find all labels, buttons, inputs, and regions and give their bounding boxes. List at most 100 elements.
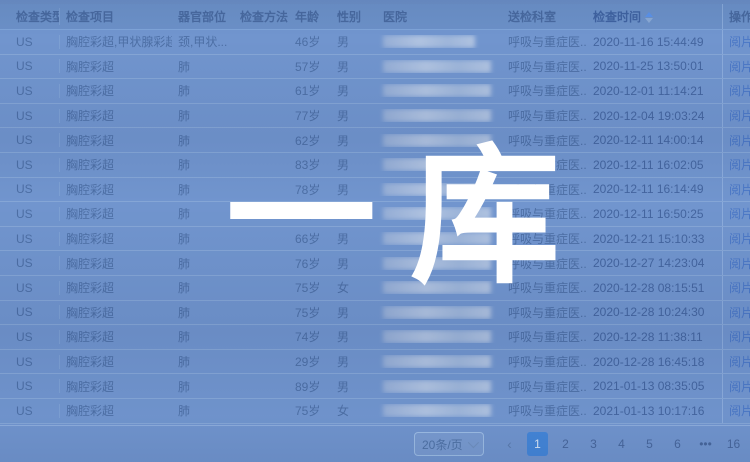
- view-images-link[interactable]: 阅片: [729, 205, 750, 222]
- view-images-link[interactable]: 阅片: [729, 230, 750, 247]
- col-header-exam-type: 检查类型: [0, 8, 60, 25]
- view-images-link[interactable]: 阅片: [729, 255, 750, 272]
- cell-exam-time: 2020-11-16 15:44:49: [587, 35, 722, 49]
- view-images-link[interactable]: 阅片: [729, 279, 750, 296]
- view-images-link[interactable]: 阅片: [729, 33, 750, 50]
- cell-exam-type: US: [0, 158, 60, 172]
- cell-exam-item: 胸腔彩超: [60, 58, 172, 75]
- view-images-link[interactable]: 阅片: [729, 328, 750, 345]
- cell-age: 29岁: [289, 353, 331, 370]
- page-button[interactable]: 1: [527, 432, 548, 456]
- hospital-redacted-blur: [383, 306, 491, 319]
- cell-hospital: [377, 281, 502, 294]
- cell-action: 阅片: [722, 128, 750, 152]
- page-ellipsis[interactable]: •••: [695, 432, 716, 456]
- pagination-divider: [0, 425, 750, 426]
- cell-exam-time: 2020-12-11 16:14:49: [587, 182, 722, 196]
- cell-action: 阅片: [722, 202, 750, 226]
- table-body: US胸腔彩超,甲状腺彩超颈,甲状...46岁男呼吸与重症医...2020-11-…: [0, 30, 750, 424]
- cell-exam-item: 胸腔彩超: [60, 132, 172, 149]
- table-row: US胸腔彩超肺66岁男呼吸与重症医...2020-12-21 15:10:33阅…: [0, 227, 750, 252]
- cell-exam-item: 胸腔彩超,甲状腺彩超: [60, 33, 172, 50]
- cell-gender: 男: [331, 33, 377, 50]
- cell-hospital: [377, 330, 502, 343]
- cell-organ: 肺: [172, 156, 234, 173]
- cell-age: 75岁: [289, 279, 331, 296]
- cell-exam-time: 2020-12-21 15:10:33: [587, 232, 722, 246]
- page-button[interactable]: 2: [555, 432, 576, 456]
- cell-action: 阅片: [722, 178, 750, 202]
- cell-exam-type: US: [0, 330, 60, 344]
- table-row: US胸腔彩超肺74岁男呼吸与重症医...2020-12-28 11:38:11阅…: [0, 325, 750, 350]
- cell-organ: 肺: [172, 132, 234, 149]
- cell-exam-type: US: [0, 404, 60, 418]
- table-row: US胸腔彩超肺77岁男呼吸与重症医...2020-12-04 19:03:24阅…: [0, 104, 750, 129]
- cell-exam-item: 胸腔彩超: [60, 402, 172, 419]
- page-button[interactable]: 4: [611, 432, 632, 456]
- view-images-link[interactable]: 阅片: [729, 58, 750, 75]
- view-images-link[interactable]: 阅片: [729, 107, 750, 124]
- cell-department: 呼吸与重症医...: [502, 58, 587, 75]
- cell-department: 呼吸与重症医...: [502, 378, 587, 395]
- cell-hospital: [377, 134, 502, 147]
- table-row: US胸腔彩超肺76岁男呼吸与重症医...2020-12-27 14:23:04阅…: [0, 251, 750, 276]
- table-row: US胸腔彩超肺78岁男呼吸与重症医...2020-12-11 16:14:49阅…: [0, 178, 750, 203]
- cell-department: 呼吸与重症医...: [502, 230, 587, 247]
- cell-organ: 肺: [172, 328, 234, 345]
- page-button[interactable]: 6: [667, 432, 688, 456]
- cell-action: 阅片: [722, 55, 750, 79]
- cell-department: 呼吸与重症医...: [502, 181, 587, 198]
- cell-department: 呼吸与重症医...: [502, 82, 587, 99]
- cell-exam-item: 胸腔彩超: [60, 107, 172, 124]
- view-images-link[interactable]: 阅片: [729, 181, 750, 198]
- table-header-row: 检查类型 检查项目 器官部位 检查方法 年龄 性别 医院 送检科室 检查时间 操…: [0, 0, 750, 30]
- cell-gender: 男: [331, 132, 377, 149]
- cell-organ: 肺: [172, 304, 234, 321]
- page-number-list: 123456 ••• 16: [527, 432, 744, 456]
- page-button[interactable]: 5: [639, 432, 660, 456]
- prev-page-button[interactable]: ‹: [499, 432, 520, 456]
- cell-exam-item: 胸腔彩超: [60, 279, 172, 296]
- cell-hospital: [377, 207, 502, 220]
- hospital-redacted-blur: [383, 355, 491, 368]
- view-images-link[interactable]: 阅片: [729, 82, 750, 99]
- table-row: US胸腔彩超肺89岁男呼吸与重症医...2021-01-13 08:35:05阅…: [0, 374, 750, 399]
- cell-age: 76岁: [289, 205, 331, 222]
- cell-organ: 肺: [172, 205, 234, 222]
- cell-exam-type: US: [0, 109, 60, 123]
- page-button[interactable]: 16: [723, 432, 744, 456]
- cell-department: 呼吸与重症医...: [502, 33, 587, 50]
- col-header-exam-time[interactable]: 检查时间: [587, 8, 722, 25]
- cell-action: 阅片: [722, 350, 750, 374]
- cell-age: 75岁: [289, 402, 331, 419]
- hospital-redacted-blur: [383, 281, 491, 294]
- cell-department: 呼吸与重症医...: [502, 156, 587, 173]
- cell-hospital: [377, 306, 502, 319]
- page-size-select[interactable]: 20条/页: [414, 432, 484, 456]
- view-images-link[interactable]: 阅片: [729, 132, 750, 149]
- study-list-screen: 检查类型 检查项目 器官部位 检查方法 年龄 性别 医院 送检科室 检查时间 操…: [0, 0, 750, 462]
- col-header-hospital: 医院: [377, 8, 502, 25]
- view-images-link[interactable]: 阅片: [729, 402, 750, 419]
- table-row: US胸腔彩超肺57岁男呼吸与重症医...2020-11-25 13:50:01阅…: [0, 55, 750, 80]
- page-button[interactable]: 3: [583, 432, 604, 456]
- sort-caret-icon[interactable]: [645, 12, 653, 23]
- table-row: US胸腔彩超肺75岁女呼吸与重症医...2021-01-13 10:17:16阅…: [0, 399, 750, 424]
- cell-action: 阅片: [722, 104, 750, 128]
- view-images-link[interactable]: 阅片: [729, 353, 750, 370]
- view-images-link[interactable]: 阅片: [729, 378, 750, 395]
- hospital-redacted-blur: [383, 257, 491, 270]
- cell-organ: 肺: [172, 353, 234, 370]
- cell-exam-type: US: [0, 84, 60, 98]
- cell-hospital: [377, 380, 502, 393]
- view-images-link[interactable]: 阅片: [729, 304, 750, 321]
- table-row: US胸腔彩超肺75岁女呼吸与重症医...2020-12-28 08:15:51阅…: [0, 276, 750, 301]
- view-images-link[interactable]: 阅片: [729, 156, 750, 173]
- cell-department: 呼吸与重症医...: [502, 402, 587, 419]
- cell-gender: 男: [331, 353, 377, 370]
- page-size-value: 20条/页: [422, 436, 463, 453]
- cell-organ: 肺: [172, 255, 234, 272]
- hospital-redacted-blur: [383, 404, 491, 417]
- cell-exam-time: 2020-12-11 16:50:25: [587, 207, 722, 221]
- cell-department: 呼吸与重症医...: [502, 353, 587, 370]
